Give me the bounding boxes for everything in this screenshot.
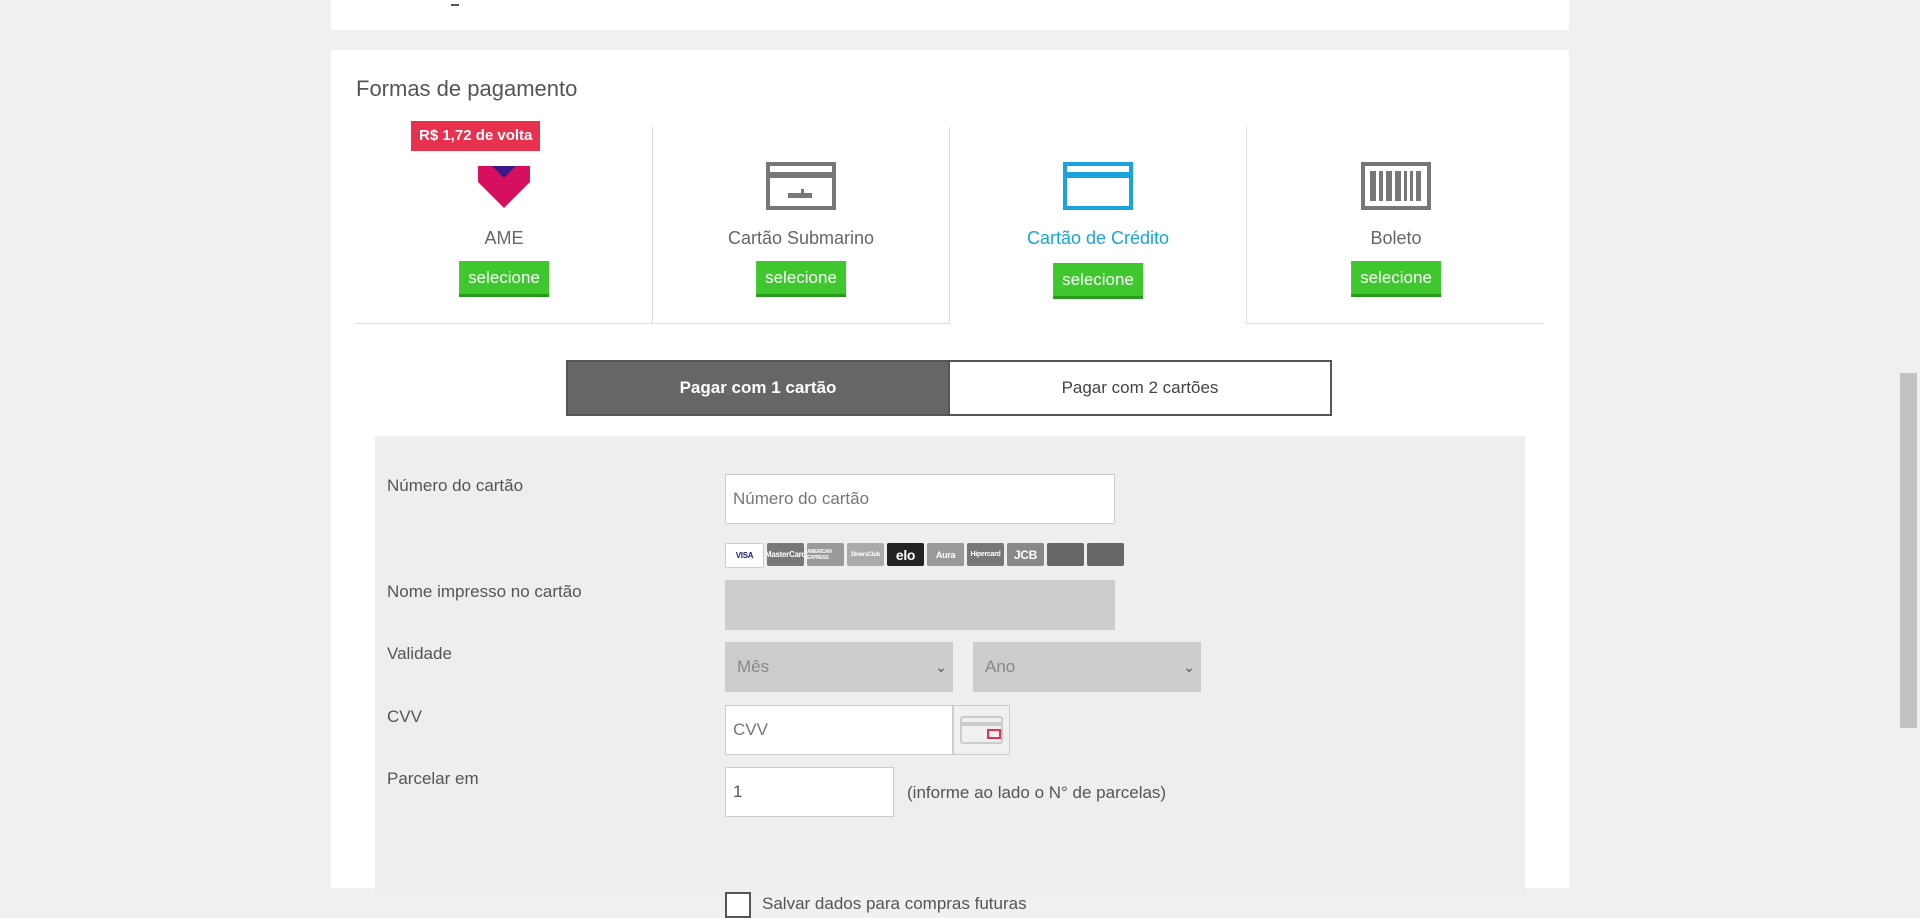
card-number-input[interactable]	[725, 474, 1115, 524]
card-number-label: Número do cartão	[387, 476, 524, 495]
submarino-card-icon	[766, 162, 836, 215]
select-ame-button[interactable]: selecione	[459, 261, 549, 297]
card-brands: VISA MasterCard AMERICAN EXPRESS DinersC…	[725, 543, 1124, 568]
hipercard-brand-icon: Hipercard	[967, 543, 1004, 566]
card-split-toggle: Pagar com 1 cartão Pagar com 2 cartões	[566, 360, 1332, 416]
select-credit-card-button[interactable]: selecione	[1053, 263, 1143, 299]
method-label: Cartão Submarino	[727, 228, 875, 248]
cvv-label: CVV	[387, 707, 422, 726]
barcode-icon	[1361, 162, 1431, 215]
method-boleto[interactable]: Boleto selecione	[1248, 127, 1544, 323]
cardholder-name-label: Nome impresso no cartão	[387, 582, 582, 601]
installments-hint: (informe ao lado o N° de parcelas)	[907, 783, 1167, 802]
scrollbar-thumb[interactable]	[1900, 373, 1917, 728]
month-value: Mês	[737, 657, 770, 676]
validity-label: Validade	[387, 644, 452, 663]
mastercard-brand-icon: MasterCard	[767, 543, 804, 566]
method-credit-card[interactable]: Cartão de Crédito selecione	[949, 127, 1247, 324]
amex-brand-icon: AMERICAN EXPRESS	[807, 543, 844, 566]
diners-brand-icon: DinersClub	[847, 543, 884, 566]
chevron-down-icon: ⌄	[1183, 659, 1195, 675]
cvv-card-icon	[953, 705, 1010, 755]
credit-card-icon	[1063, 162, 1133, 215]
section-title: Formas de pagamento	[356, 76, 578, 101]
method-label: Cartão de Crédito	[1026, 228, 1170, 248]
credit-card-form: Número do cartão VISA MasterCard AMERICA…	[375, 436, 1525, 918]
installments-input[interactable]	[725, 767, 894, 817]
pay-two-cards-tab[interactable]: Pagar com 2 cartões	[948, 362, 1330, 414]
month-select[interactable]: Mês ⌄	[725, 642, 953, 692]
installments-label: Parcelar em	[387, 769, 479, 788]
save-data-checkbox[interactable]	[725, 892, 751, 918]
cardholder-name-input[interactable]	[725, 580, 1115, 630]
cvv-input[interactable]	[725, 705, 953, 755]
cashback-badge: R$ 1,72 de volta	[411, 121, 541, 151]
pay-one-card-tab[interactable]: Pagar com 1 cartão	[568, 362, 948, 414]
generic-card-brand-icon: card	[1087, 543, 1124, 566]
previous-section-card	[331, 0, 1569, 30]
elo-brand-icon: elo	[887, 543, 924, 566]
method-label: Boleto	[1370, 228, 1422, 248]
year-select[interactable]: Ano ⌄	[973, 642, 1201, 692]
chevron-down-icon: ⌄	[935, 659, 947, 675]
method-label: AME	[484, 228, 524, 248]
visa-brand-icon: VISA	[725, 543, 764, 568]
method-ame[interactable]: R$ 1,72 de volta AME selecione	[356, 121, 653, 323]
method-submarino-card[interactable]: Cartão Submarino selecione	[653, 127, 949, 323]
select-submarino-button[interactable]: selecione	[756, 261, 846, 297]
jcb-brand-icon: JCB	[1007, 543, 1044, 566]
truncated-text-fragment	[451, 0, 459, 6]
aura-brand-icon: Aura	[927, 543, 964, 566]
payment-section: Formas de pagamento R$ 1,72 de volta AME…	[331, 50, 1569, 918]
ame-heart-icon	[474, 162, 534, 217]
year-value: Ano	[985, 657, 1016, 676]
payment-methods: R$ 1,72 de volta AME selecione Cartão Su…	[356, 121, 1544, 324]
generic-card-brand-icon: card	[1047, 543, 1084, 566]
select-boleto-button[interactable]: selecione	[1351, 261, 1441, 297]
save-data-label: Salvar dados para compras futuras	[762, 894, 1027, 913]
